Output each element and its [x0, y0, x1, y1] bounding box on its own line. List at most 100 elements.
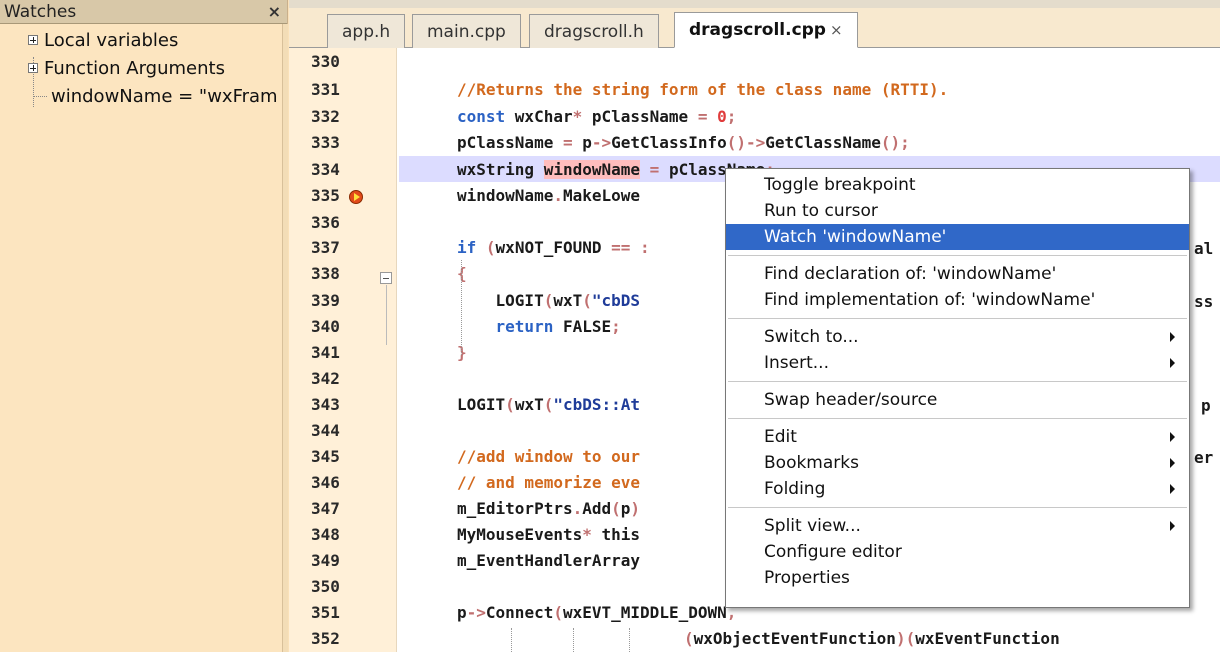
tab-label: dragscroll.cpp: [689, 20, 826, 40]
watches-panel: Watches × Local variables Function Argum…: [0, 0, 288, 652]
menu-item-properties[interactable]: Properties: [726, 565, 1189, 591]
tree-item-function-arguments[interactable]: Function Arguments: [0, 54, 287, 82]
code-line-352: (wxObjectEventFunction)(wxEventFunction: [684, 628, 1060, 648]
menu-item-folding[interactable]: Folding: [726, 476, 1189, 502]
line-number: 342: [311, 368, 340, 388]
menu-item-label: Bookmarks: [764, 453, 859, 473]
code-overflow-fragment: er: [1194, 448, 1214, 467]
tab-dragscroll-cpp[interactable]: dragscroll.cpp ×: [674, 12, 858, 48]
menu-item-label: Run to cursor: [764, 201, 878, 221]
menu-item-label: Watch 'windowName': [764, 227, 947, 247]
menu-item-split-view[interactable]: Split view...: [726, 513, 1189, 539]
line-number: 333: [311, 132, 340, 152]
menu-item-bookmarks[interactable]: Bookmarks: [726, 450, 1189, 476]
indent-guide: [511, 628, 512, 652]
line-number: 344: [311, 420, 340, 440]
indent-guide: [461, 260, 462, 355]
submenu-arrow-icon: [1170, 332, 1175, 342]
menu-item-label: Edit: [764, 427, 797, 447]
line-number: 331: [311, 79, 340, 99]
submenu-arrow-icon: [1170, 521, 1175, 531]
code-comment: //Returns the string form of the class n…: [457, 79, 949, 99]
code-line-331: //Returns the string form of the class n…: [399, 76, 1220, 102]
menu-item-insert[interactable]: Insert...: [726, 350, 1189, 376]
fold-collapse-icon[interactable]: [380, 272, 392, 284]
code-overflow-fragment: p: [1201, 396, 1211, 415]
line-number: 350: [311, 576, 340, 596]
line-number: 351: [311, 602, 340, 622]
menu-item-label: Swap header/source: [764, 390, 938, 410]
menu-item-swap-header-source[interactable]: Swap header/source: [726, 387, 1189, 413]
tab-label: dragscroll.h: [544, 21, 644, 42]
line-number: 348: [311, 524, 340, 544]
menu-separator: [728, 318, 1187, 319]
tab-bar: app.h main.cpp dragscroll.h dragscroll.c…: [289, 0, 1220, 48]
menu-item-find-implementation[interactable]: Find implementation of: 'windowName': [726, 287, 1189, 313]
menu-item-label: Folding: [764, 479, 826, 499]
menu-item-label: Find implementation of: 'windowName': [764, 290, 1096, 310]
line-number: 345: [311, 446, 340, 466]
submenu-arrow-icon: [1170, 358, 1175, 368]
tree-item-label: Function Arguments: [44, 57, 225, 79]
menu-item-label: Properties: [764, 568, 850, 588]
line-number: 334: [311, 159, 340, 179]
watches-scrollbar[interactable]: [282, 24, 288, 652]
menu-item-label: Toggle breakpoint: [764, 175, 916, 195]
menu-item-label: Switch to...: [764, 327, 859, 347]
submenu-arrow-icon: [1170, 432, 1175, 442]
line-number: 346: [311, 472, 340, 492]
tab-app-h[interactable]: app.h: [327, 14, 406, 48]
code-overflow-fragment: al: [1194, 239, 1214, 258]
menu-item-watch[interactable]: Watch 'windowName': [726, 224, 1189, 250]
expand-icon[interactable]: [28, 63, 38, 73]
watches-titlebar: Watches ×: [0, 0, 287, 24]
menu-item-configure-editor[interactable]: Configure editor: [726, 539, 1189, 565]
tab-bar-strip: [289, 0, 1220, 8]
tree-item-local-variables[interactable]: Local variables: [0, 26, 287, 54]
menu-item-switch-to[interactable]: Switch to...: [726, 324, 1189, 350]
menu-item-find-declaration[interactable]: Find declaration of: 'windowName': [726, 261, 1189, 287]
expand-icon[interactable]: [28, 35, 38, 45]
line-number: 352: [311, 628, 340, 648]
tree-item-watch-windowname[interactable]: windowName = "wxFram: [0, 82, 287, 110]
tab-label: app.h: [342, 21, 391, 42]
line-number: 341: [311, 342, 340, 362]
menu-item-run-to-cursor[interactable]: Run to cursor: [726, 198, 1189, 224]
tree-item-label: windowName = "wxFram: [51, 85, 278, 107]
line-number: 343: [311, 394, 340, 414]
watches-title: Watches: [4, 1, 77, 22]
menu-item-toggle-breakpoint[interactable]: Toggle breakpoint: [726, 172, 1189, 198]
line-number: 347: [311, 498, 340, 518]
close-icon[interactable]: ×: [830, 21, 843, 39]
watches-tree: Local variables Function Arguments windo…: [0, 24, 287, 110]
tab-main-cpp[interactable]: main.cpp: [412, 14, 521, 48]
tree-item-label: Local variables: [44, 29, 179, 51]
line-number: 330: [311, 51, 340, 71]
indent-guide: [629, 628, 630, 652]
submenu-arrow-icon: [1170, 484, 1175, 494]
menu-separator: [728, 507, 1187, 508]
tab-label: main.cpp: [427, 21, 506, 42]
breakpoint-icon[interactable]: [349, 190, 363, 204]
line-number: 349: [311, 550, 340, 570]
code-line-332: const wxChar * pClassName = 0;: [457, 106, 737, 126]
menu-item-edit[interactable]: Edit: [726, 424, 1189, 450]
menu-separator: [728, 418, 1187, 419]
line-number: 332: [311, 106, 340, 126]
tree-leaf-connector: [33, 95, 47, 97]
menu-item-label: Find declaration of: 'windowName': [764, 264, 1057, 284]
line-number: 337: [311, 237, 340, 257]
line-number: 339: [311, 290, 340, 310]
line-number: 340: [311, 316, 340, 336]
code-overflow-fragment: ss: [1194, 292, 1214, 311]
close-icon[interactable]: ×: [268, 2, 281, 21]
indent-guide: [573, 628, 574, 652]
line-number: 335: [311, 185, 340, 205]
line-number: 336: [311, 212, 340, 232]
menu-separator: [728, 381, 1187, 382]
code-line-333: pClassName = p -> GetClassInfo ()-> GetClass…: [457, 132, 910, 152]
menu-item-label: Configure editor: [764, 542, 902, 562]
menu-separator: [728, 255, 1187, 256]
tab-dragscroll-h[interactable]: dragscroll.h: [529, 14, 659, 48]
